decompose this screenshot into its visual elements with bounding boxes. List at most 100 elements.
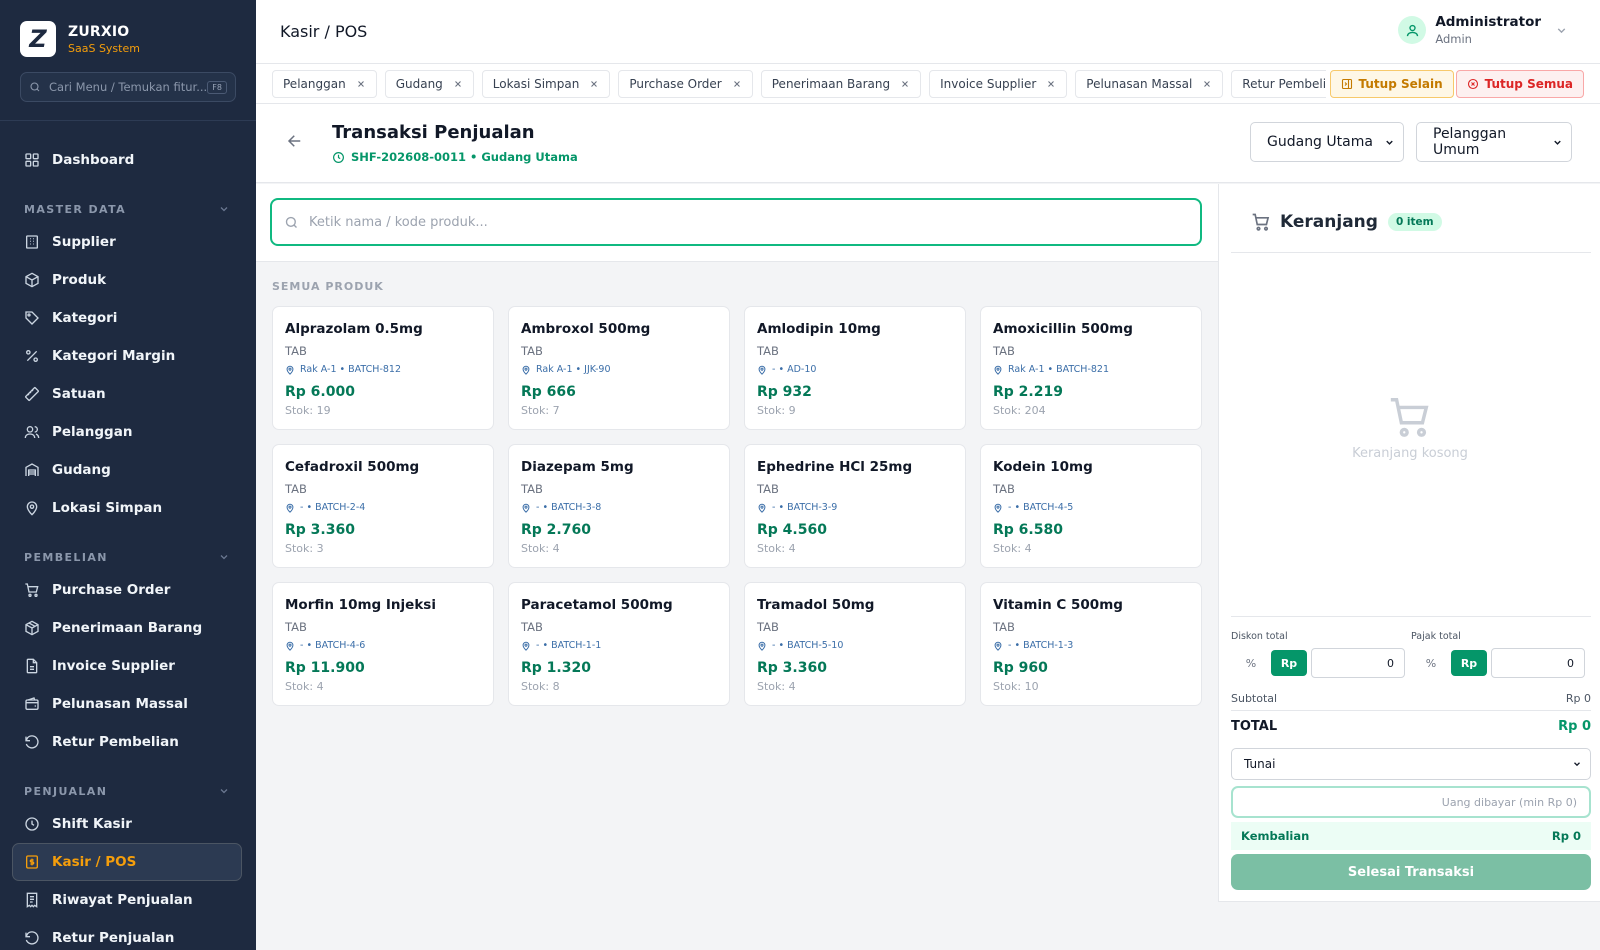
product-search-input[interactable] [309,214,1189,230]
finish-transaction-button[interactable]: Selesai Transaksi [1231,854,1591,890]
sidebar-item-retur-pembelian[interactable]: Retur Pembelian [0,723,244,761]
map-pin-icon [521,365,536,375]
change-label: Kembalian [1241,829,1310,843]
close-icon[interactable] [1202,79,1212,89]
product-card[interactable]: Tramadol 50mg TAB - • BATCH-5-10 Rp 3.360 St… [744,582,966,706]
product-location: Rak A-1 • BATCH-812 [285,364,481,375]
map-pin-icon [993,365,1008,375]
map-pin-icon [285,641,300,651]
user-menu[interactable]: Administrator Admin [1398,14,1568,46]
product-price: Rp 6.000 [285,384,355,400]
product-card[interactable]: Amoxicillin 500mg TAB Rak A-1 • BATCH-821 R… [980,306,1202,430]
sidebar-item-gudang[interactable]: Gudang [0,451,244,489]
sidebar-item-kasir-pos[interactable]: Kasir / POS [12,843,242,881]
total-label: TOTAL [1231,719,1278,734]
close-icon[interactable] [900,79,910,89]
tax-percent-toggle[interactable]: % [1411,648,1451,678]
sidebar-item-pelanggan[interactable]: Pelanggan [0,413,244,451]
map-pin-icon [24,500,40,516]
close-icon[interactable] [1046,79,1056,89]
tag-icon [24,310,40,326]
sidebar-item-lokasi-simpan[interactable]: Lokasi Simpan [0,489,244,527]
map-pin-icon [757,503,772,513]
sidebar-item-dashboard[interactable]: Dashboard [0,141,244,179]
payment-method-select[interactable]: Tunai [1231,748,1591,780]
sidebar-item-purchase-order[interactable]: Purchase Order [0,571,244,609]
menu-search-input[interactable]: Cari Menu / Temukan fitur... F8 [20,72,236,102]
tab-purchase-order[interactable]: Purchase Order [618,70,753,98]
sidebar-item-satuan[interactable]: Satuan [0,375,244,413]
product-card[interactable]: Alprazolam 0.5mg TAB Rak A-1 • BATCH-812 Rp… [272,306,494,430]
tax-input[interactable]: 0 [1491,648,1585,678]
sidebar-item-riwayat-penjualan[interactable]: Riwayat Penjualan [0,881,244,919]
rotate-ccw-icon [24,734,40,750]
product-card[interactable]: Amlodipin 10mg TAB - • AD-10 Rp 932 Stok: 9 [744,306,966,430]
product-card[interactable]: Vitamin C 500mg TAB - • BATCH-1-3 Rp 960 Sto… [980,582,1202,706]
close-icon[interactable] [453,79,463,89]
customer-select[interactable]: Pelanggan Umum [1416,122,1572,162]
user-role: Admin [1435,32,1472,46]
close-icon[interactable] [732,79,742,89]
product-grid: Alprazolam 0.5mg TAB Rak A-1 • BATCH-812 Rp… [272,306,1204,706]
product-search-box[interactable] [270,198,1202,246]
tax-rp-toggle[interactable]: Rp [1451,650,1487,676]
product-location-text: - • BATCH-2-4 [300,502,366,513]
tab-pelunasan-massal[interactable]: Pelunasan Massal [1075,70,1224,98]
sidebar-item-penerimaan-barang[interactable]: Penerimaan Barang [0,609,244,647]
section-penjualan[interactable]: PENJUALAN [0,777,256,805]
dashboard-icon [24,152,40,168]
section-pembelian[interactable]: PEMBELIAN [0,543,256,571]
sidebar-menu: Dashboard MASTER DATA Supplier Produk Ka… [0,121,256,950]
discount-rp-toggle[interactable]: Rp [1271,650,1307,676]
tab-invoice-supplier[interactable]: Invoice Supplier [929,70,1068,98]
product-card[interactable]: Paracetamol 500mg TAB - • BATCH-1-1 Rp 1.32… [508,582,730,706]
tab-gudang[interactable]: Gudang [384,70,474,98]
product-stock: Stok: 4 [757,542,796,555]
sidebar-item-produk[interactable]: Produk [0,261,244,299]
product-location: - • BATCH-1-1 [521,640,717,651]
tab-lokasi-simpan[interactable]: Lokasi Simpan [481,70,611,98]
sidebar-item-shift-kasir[interactable]: Shift Kasir [0,805,244,843]
product-location-text: - • BATCH-4-5 [1008,502,1074,513]
product-stock: Stok: 4 [521,542,560,555]
package-icon [24,620,40,636]
product-location: - • AD-10 [757,364,953,375]
warehouse-select[interactable]: Gudang Utama [1250,122,1404,162]
product-name: Cefadroxil 500mg [285,459,420,475]
product-unit: TAB [993,482,1015,496]
product-unit: TAB [521,344,543,358]
product-card[interactable]: Morfin 10mg Injeksi TAB - • BATCH-4-6 Rp 11… [272,582,494,706]
discount-percent-toggle[interactable]: % [1231,648,1271,678]
sidebar-item-retur-penjualan[interactable]: Retur Penjualan [0,919,244,950]
product-card[interactable]: Diazepam 5mg TAB - • BATCH-3-8 Rp 2.760 Stok… [508,444,730,568]
close-all-button[interactable]: Tutup Semua [1455,70,1584,98]
product-price: Rp 6.580 [993,522,1063,538]
clock-icon [24,816,40,832]
sidebar-item-pelunasan-massal[interactable]: Pelunasan Massal [0,685,244,723]
brand[interactable]: Z ZURXIO SaaS System [0,0,256,60]
product-price: Rp 11.900 [285,660,365,676]
close-icon[interactable] [589,79,599,89]
close-others-icon [1341,78,1359,90]
close-icon[interactable] [356,79,366,89]
section-master-data[interactable]: MASTER DATA [0,195,256,223]
product-card[interactable]: Ephedrine HCl 25mg TAB - • BATCH-3-9 Rp 4.5… [744,444,966,568]
sidebar-item-kategori[interactable]: Kategori [0,299,244,337]
tab-pelanggan[interactable]: Pelanggan [272,70,377,98]
product-card[interactable]: Kodein 10mg TAB - • BATCH-4-5 Rp 6.580 Stok:… [980,444,1202,568]
sidebar-item-kategori-margin[interactable]: Kategori Margin [0,337,244,375]
sidebar-item-label: Supplier [52,234,116,250]
sidebar-item-label: Kategori Margin [52,348,176,364]
product-location-text: Rak A-1 • BATCH-812 [300,364,402,375]
sidebar-item-label: Kategori [52,310,118,326]
sidebar-item-supplier[interactable]: Supplier [0,223,244,261]
tab-penerimaan-barang[interactable]: Penerimaan Barang [760,70,922,98]
close-others-button[interactable]: Tutup Selain [1329,70,1454,98]
product-card[interactable]: Ambroxol 500mg TAB Rak A-1 • JJK-90 Rp 666 S… [508,306,730,430]
tab-actions: Tutup Selain Tutup Semua [1325,70,1584,98]
discount-input[interactable]: 0 [1311,648,1405,678]
product-card[interactable]: Cefadroxil 500mg TAB - • BATCH-2-4 Rp 3.360… [272,444,494,568]
sidebar-item-invoice-supplier[interactable]: Invoice Supplier [0,647,244,685]
back-arrow-icon[interactable] [286,132,304,150]
amount-paid-input[interactable]: Uang dibayar (min Rp 0) [1231,786,1591,818]
